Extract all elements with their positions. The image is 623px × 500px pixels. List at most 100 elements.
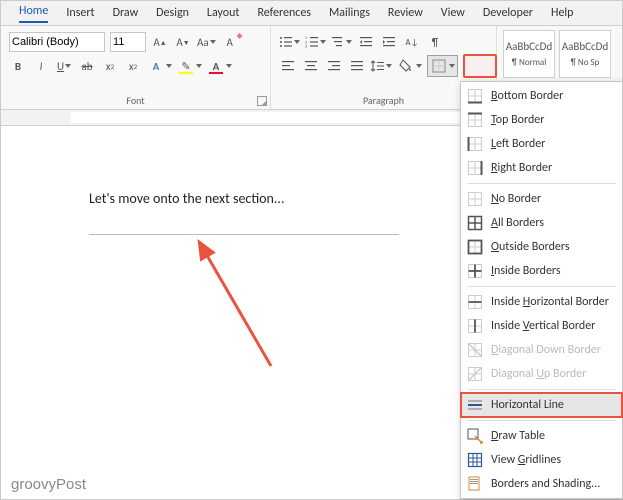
top-icon bbox=[467, 112, 483, 128]
border-menu-label: Left Border bbox=[491, 137, 545, 151]
numbering-icon[interactable]: 123 bbox=[305, 33, 326, 51]
border-menu-label: Top Border bbox=[491, 113, 544, 127]
text-effects-button[interactable]: A bbox=[147, 57, 172, 75]
border-menu-label: Inside Borders bbox=[491, 264, 561, 278]
tab-home[interactable]: Home bbox=[19, 4, 48, 23]
border-menu-label: Diagonal Down Border bbox=[491, 343, 601, 357]
drawtable-icon bbox=[467, 428, 483, 444]
annotation-arrow bbox=[151, 236, 291, 376]
left-icon bbox=[467, 136, 483, 152]
border-menu-label: Bottom Border bbox=[491, 89, 563, 103]
border-menu-label: Inside Vertical Border bbox=[491, 319, 595, 333]
font-color-button[interactable]: A bbox=[207, 57, 232, 75]
group-font-label: Font bbox=[9, 94, 262, 109]
border-menu-label: View Gridlines bbox=[491, 453, 561, 467]
clear-format-icon[interactable]: A◆ bbox=[221, 33, 239, 51]
border-menu-top[interactable]: Top Border bbox=[461, 108, 622, 132]
subscript-button[interactable]: x2 bbox=[101, 57, 119, 75]
decrease-indent-icon[interactable] bbox=[357, 33, 375, 51]
svg-text:3: 3 bbox=[305, 45, 307, 50]
border-menu-label: No Border bbox=[491, 192, 541, 206]
insidev-icon bbox=[467, 318, 483, 334]
font-name-select[interactable] bbox=[9, 32, 105, 52]
strikethrough-button[interactable]: ab bbox=[78, 57, 96, 75]
hline-icon bbox=[467, 397, 483, 413]
insideh-icon bbox=[467, 294, 483, 310]
menu-separator bbox=[467, 183, 616, 184]
border-menu-bottom[interactable]: Bottom Border bbox=[461, 84, 622, 108]
font-size-select[interactable] bbox=[110, 32, 146, 52]
sort-icon[interactable]: A↓ bbox=[403, 33, 421, 51]
borders-button[interactable] bbox=[427, 55, 458, 77]
tab-view[interactable]: View bbox=[441, 6, 465, 20]
shading-button[interactable] bbox=[397, 57, 422, 75]
border-menu-outside[interactable]: Outside Borders bbox=[461, 235, 622, 259]
border-menu-inside[interactable]: Inside Borders bbox=[461, 259, 622, 283]
tab-review[interactable]: Review bbox=[388, 6, 423, 20]
annotation-highlight-borders-button bbox=[463, 54, 497, 78]
inside-icon bbox=[467, 263, 483, 279]
change-case-icon[interactable]: Aa bbox=[197, 33, 216, 51]
tab-design[interactable]: Design bbox=[156, 6, 189, 20]
tab-insert[interactable]: Insert bbox=[66, 6, 94, 20]
border-menu-insideh[interactable]: Inside Horizontal Border bbox=[461, 290, 622, 314]
line-spacing-icon[interactable] bbox=[371, 57, 392, 75]
tab-draw[interactable]: Draw bbox=[113, 6, 139, 20]
none-icon bbox=[467, 191, 483, 207]
border-menu-label: All Borders bbox=[491, 216, 544, 230]
border-menu-drawtable[interactable]: Draw Table bbox=[461, 424, 622, 448]
border-menu-right[interactable]: Right Border bbox=[461, 156, 622, 180]
border-menu-all[interactable]: All Borders bbox=[461, 211, 622, 235]
tab-references[interactable]: References bbox=[257, 6, 311, 20]
tab-mailings[interactable]: Mailings bbox=[329, 6, 370, 20]
align-right-icon[interactable] bbox=[325, 57, 343, 75]
justify-icon[interactable] bbox=[348, 57, 366, 75]
underline-button[interactable]: U bbox=[55, 57, 73, 75]
menu-separator bbox=[467, 389, 616, 390]
bullets-icon[interactable] bbox=[279, 33, 300, 51]
font-dialog-launcher[interactable] bbox=[257, 96, 267, 106]
border-menu-label: Draw Table bbox=[491, 429, 545, 443]
style-box-0[interactable]: AaBbCcDd¶ Normal bbox=[503, 30, 555, 78]
watermark: groovyPost bbox=[11, 476, 86, 493]
superscript-button[interactable]: x2 bbox=[124, 57, 142, 75]
tab-developer[interactable]: Developer bbox=[483, 6, 533, 20]
border-menu-label: Right Border bbox=[491, 161, 552, 175]
border-menu-label: Inside Horizontal Border bbox=[491, 295, 609, 309]
border-menu-left[interactable]: Left Border bbox=[461, 132, 622, 156]
show-marks-icon[interactable]: ¶ bbox=[426, 33, 444, 51]
border-menu-label: Diagonal Up Border bbox=[491, 367, 586, 381]
all-icon bbox=[467, 215, 483, 231]
align-center-icon[interactable] bbox=[302, 57, 320, 75]
increase-indent-icon[interactable] bbox=[380, 33, 398, 51]
shading-icon bbox=[467, 476, 483, 492]
border-menu-gridlines[interactable]: View Gridlines bbox=[461, 448, 622, 472]
diagup-icon bbox=[467, 366, 483, 382]
align-left-icon[interactable] bbox=[279, 57, 297, 75]
multilevel-list-icon[interactable] bbox=[331, 33, 352, 51]
right-icon bbox=[467, 160, 483, 176]
highlight-button[interactable]: ✎ bbox=[177, 57, 202, 75]
border-menu-hline[interactable]: Horizontal Line bbox=[461, 393, 622, 417]
gridlines-icon bbox=[467, 452, 483, 468]
style-box-1[interactable]: AaBbCcDd¶ No Sp bbox=[559, 30, 611, 78]
document-text: Let's move onto the next section... bbox=[89, 190, 284, 207]
document-horizontal-line bbox=[89, 234, 399, 235]
italic-button[interactable]: I bbox=[32, 57, 50, 75]
border-menu-label: Outside Borders bbox=[491, 240, 570, 254]
outside-icon bbox=[467, 239, 483, 255]
group-paragraph-label: Paragraph bbox=[279, 94, 488, 109]
group-font: A▲ A▼ Aa A◆ B I U ab x2 x2 A ✎ A Font bbox=[1, 26, 271, 109]
grow-font-icon[interactable]: A▲ bbox=[151, 33, 169, 51]
border-menu-label: Borders and Shading... bbox=[491, 477, 600, 491]
borders-dropdown: Bottom Border Top Border Left Border Right … bbox=[460, 81, 623, 499]
border-menu-none[interactable]: No Border bbox=[461, 187, 622, 211]
tab-layout[interactable]: Layout bbox=[207, 6, 240, 20]
menu-separator bbox=[467, 286, 616, 287]
border-menu-insidev[interactable]: Inside Vertical Border bbox=[461, 314, 622, 338]
shrink-font-icon[interactable]: A▼ bbox=[174, 33, 192, 51]
bold-button[interactable]: B bbox=[9, 57, 27, 75]
tab-help[interactable]: Help bbox=[551, 6, 574, 20]
border-menu-shading[interactable]: Borders and Shading... bbox=[461, 472, 622, 496]
diagdown-icon bbox=[467, 342, 483, 358]
